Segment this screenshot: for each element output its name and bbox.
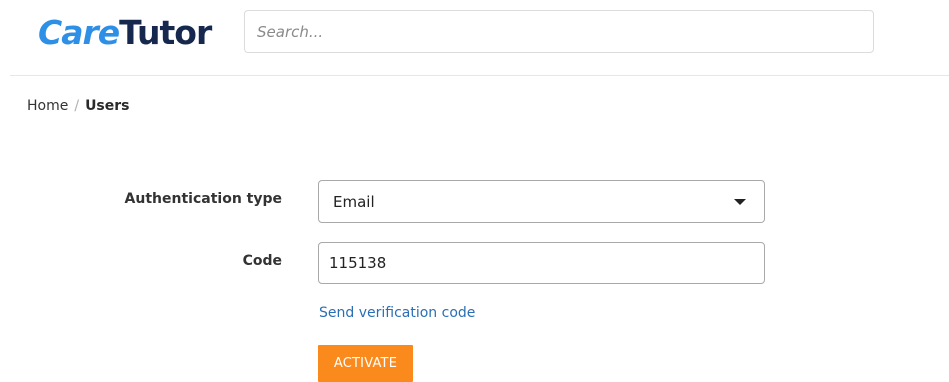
search-input[interactable] bbox=[244, 10, 874, 53]
authentication-type-label: Authentication type bbox=[124, 191, 282, 207]
page: CareTutor Home / Users Authentication type… bbox=[0, 0, 949, 382]
send-verification-code-link[interactable]: Send verification code bbox=[319, 305, 475, 321]
caret-down-icon bbox=[734, 198, 746, 205]
logo-tutor-text: Tutor bbox=[119, 13, 212, 52]
breadcrumb-home[interactable]: Home bbox=[27, 98, 68, 114]
breadcrumb-separator: / bbox=[74, 98, 80, 114]
authentication-type-value: Email bbox=[333, 192, 375, 211]
header-divider bbox=[10, 75, 949, 76]
code-input[interactable] bbox=[318, 242, 765, 284]
logo-care-text: Care bbox=[38, 13, 120, 52]
code-label: Code bbox=[242, 253, 282, 269]
breadcrumb-current: Users bbox=[85, 98, 130, 114]
caretutor-logo[interactable]: CareTutor bbox=[38, 13, 212, 53]
activate-button[interactable]: ACTIVATE bbox=[318, 345, 413, 382]
authentication-type-select[interactable]: Email bbox=[318, 180, 765, 223]
breadcrumb: Home / Users bbox=[27, 96, 130, 116]
